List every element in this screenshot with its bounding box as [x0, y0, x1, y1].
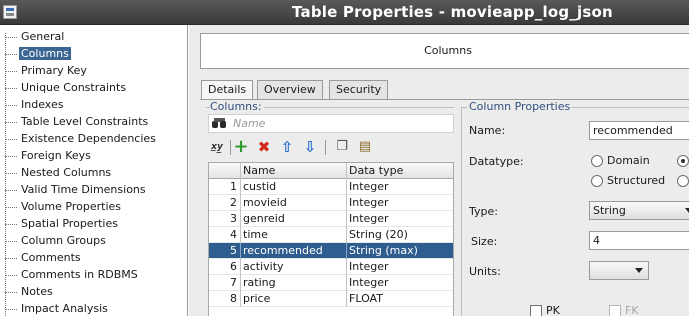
pk-label: PK — [546, 304, 560, 316]
name-column-header[interactable]: Name — [240, 163, 346, 179]
row-number: 7 — [230, 276, 237, 289]
pk-checkbox[interactable] — [530, 305, 542, 316]
row-number: 5 — [230, 244, 237, 257]
size-label: Size: — [471, 235, 498, 248]
column-filter-input[interactable]: Name — [208, 114, 454, 133]
tab-overview[interactable]: Overview — [257, 80, 323, 99]
table-row[interactable]: 3 genreid Integer — [209, 211, 453, 227]
chevron-down-icon — [685, 208, 689, 213]
nav-item-indexes[interactable]: Indexes — [5, 96, 65, 113]
fk-checkbox[interactable] — [609, 305, 621, 316]
datatype-cell: Integer — [346, 179, 453, 195]
datatype-cell: Integer — [346, 195, 453, 211]
nav-item-primary-key[interactable]: Primary Key — [5, 62, 89, 79]
datatype-domain-radio[interactable] — [591, 155, 603, 167]
column-name-cell: movieid — [240, 195, 346, 211]
page-title: Columns — [200, 33, 689, 69]
column-name-cell: genreid — [240, 211, 346, 227]
datatype-label: Datatype: — [469, 155, 524, 168]
app-icon[interactable] — [3, 5, 17, 19]
window-title: Table Properties - movieapp_log_json — [292, 3, 613, 21]
column-name-cell: price — [240, 291, 346, 307]
grid-header-row: Name Data type — [209, 163, 453, 179]
datatype-cell: Integer — [346, 211, 453, 227]
datatype-cell: Integer — [346, 275, 453, 291]
chevron-down-icon — [635, 268, 643, 273]
add-icon[interactable]: + — [232, 138, 250, 156]
content-panel: Columns Details Overview Security Column… — [189, 25, 689, 316]
row-number: 4 — [230, 228, 237, 241]
datatype-cell: FLOAT — [346, 291, 453, 307]
nav-item-notes[interactable]: Notes — [5, 283, 55, 300]
column-name-cell: activity — [240, 259, 346, 275]
nav-item-column-groups[interactable]: Column Groups — [5, 232, 108, 249]
row-number: 8 — [230, 292, 237, 305]
move-down-icon[interactable]: ⇩ — [301, 138, 319, 156]
nav-item-impact-analysis[interactable]: Impact Analysis — [5, 300, 110, 316]
nav-item-comments[interactable]: Comments — [5, 249, 83, 266]
datatype-structured-radio[interactable] — [591, 175, 603, 187]
table-row[interactable]: 7 rating Integer — [209, 275, 453, 291]
datatype-collection-radio[interactable] — [677, 175, 689, 187]
nav-item-columns[interactable]: Columns — [5, 45, 71, 62]
structured-radio-label: Structured — [607, 174, 666, 187]
columns-grid: Name Data type 1 custid Integer 2 moviei… — [208, 162, 454, 316]
toolbar-separator — [230, 140, 231, 155]
datatype-logical-radio[interactable] — [677, 155, 689, 167]
units-select[interactable] — [589, 261, 649, 280]
table-row[interactable]: 1 custid Integer — [209, 179, 453, 195]
nav-item-valid-time-dimensions[interactable]: Valid Time Dimensions — [5, 181, 148, 198]
row-number: 1 — [230, 180, 237, 193]
table-row-selected[interactable]: 5 recommended String (max) — [209, 243, 453, 259]
nav-item-comments-in-rdbms[interactable]: Comments in RDBMS — [5, 266, 140, 283]
nav-item-existence-dependencies[interactable]: Existence Dependencies — [5, 130, 158, 147]
nav-item-general[interactable]: General — [5, 28, 66, 45]
nav-item-table-level-constraints[interactable]: Table Level Constraints — [5, 113, 150, 130]
tab-details[interactable]: Details — [201, 80, 254, 100]
tab-security[interactable]: Security — [329, 80, 389, 99]
datatype-column-header[interactable]: Data type — [346, 163, 453, 179]
paste-icon[interactable]: ▤ — [356, 138, 374, 156]
domain-radio-label: Domain — [607, 154, 650, 167]
column-name-cell: rating — [240, 275, 346, 291]
filter-placeholder: Name — [233, 117, 266, 130]
datatype-cell: Integer — [346, 259, 453, 275]
column-properties-icon[interactable]: x̲y̲ — [208, 138, 226, 156]
title-bar: Table Properties - movieapp_log_json — [0, 0, 689, 25]
table-row[interactable]: 4 time String (20) — [209, 227, 453, 243]
size-field[interactable]: 4 — [589, 231, 689, 250]
table-row[interactable]: 2 movieid Integer — [209, 195, 453, 211]
fk-label: FK — [625, 304, 639, 316]
type-label: Type: — [469, 205, 498, 218]
columns-legend: Columns: — [210, 100, 264, 113]
column-properties-legend: Column Properties — [467, 100, 573, 113]
name-label: Name: — [469, 124, 506, 137]
copy-icon[interactable]: ❐ — [333, 138, 351, 156]
table-row[interactable]: 8 price FLOAT — [209, 291, 453, 307]
nav-item-nested-columns[interactable]: Nested Columns — [5, 164, 113, 181]
units-label: Units: — [469, 265, 501, 278]
nav-item-spatial-properties[interactable]: Spatial Properties — [5, 215, 120, 232]
properties-nav-tree: General Columns Primary Key Unique Const… — [0, 25, 188, 316]
nav-item-foreign-keys[interactable]: Foreign Keys — [5, 147, 93, 164]
move-up-icon[interactable]: ⇧ — [278, 138, 296, 156]
datatype-cell: String (max) — [346, 243, 453, 259]
column-name-cell: recommended — [240, 243, 346, 259]
column-name-cell: custid — [240, 179, 346, 195]
column-name-cell: time — [240, 227, 346, 243]
nav-item-volume-properties[interactable]: Volume Properties — [5, 198, 123, 215]
row-number: 3 — [230, 212, 237, 225]
type-select[interactable]: String — [589, 201, 689, 220]
column-name-field[interactable]: recommended — [589, 121, 689, 140]
datatype-cell: String (20) — [346, 227, 453, 243]
toolbar-separator — [325, 140, 326, 155]
table-row[interactable]: 6 activity Integer — [209, 259, 453, 275]
nav-item-unique-constraints[interactable]: Unique Constraints — [5, 79, 128, 96]
row-number: 6 — [230, 260, 237, 273]
row-number-header — [209, 163, 237, 179]
row-number: 2 — [230, 196, 237, 209]
column-properties-border-left — [461, 107, 462, 316]
delete-icon[interactable]: ✖ — [255, 138, 273, 156]
binoculars-icon — [212, 118, 227, 129]
